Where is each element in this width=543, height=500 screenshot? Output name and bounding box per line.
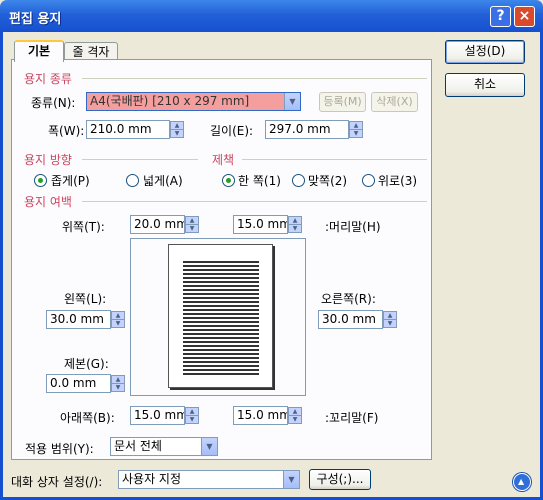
help-button[interactable]: ?	[490, 6, 511, 27]
spin-up-icon[interactable]: ▲	[112, 376, 124, 384]
spin-up-icon[interactable]: ▲	[384, 312, 396, 320]
dialog-setting-value: 사용자 지정	[122, 472, 182, 486]
chevron-down-icon[interactable]: ▼	[284, 93, 300, 110]
title-bar	[0, 0, 543, 32]
page-preview	[130, 238, 306, 396]
bottom-margin-input[interactable]: 15.0 mm	[130, 406, 185, 425]
config-button[interactable]: 구성(;)...	[309, 469, 371, 490]
left-margin-spinner[interactable]: ▲ ▼	[111, 311, 125, 328]
gutter-input[interactable]: 0.0 mm	[46, 374, 111, 393]
spin-up-icon[interactable]: ▲	[186, 408, 198, 416]
spin-down-icon[interactable]: ▼	[171, 130, 183, 138]
left-margin-label: 왼쪽(L):	[64, 292, 107, 306]
preview-text-lines	[183, 259, 259, 375]
divider	[82, 201, 427, 202]
spin-down-icon[interactable]: ▼	[112, 384, 124, 392]
portrait-radio[interactable]	[34, 174, 47, 187]
divider	[82, 78, 427, 79]
facing-radio[interactable]	[292, 174, 305, 187]
close-button[interactable]: ×	[514, 6, 535, 27]
header-margin-input[interactable]: 15.0 mm	[233, 215, 288, 234]
footer-margin-input[interactable]: 15.0 mm	[233, 406, 288, 425]
bottom-margin-label: 아래쪽(B):	[60, 411, 115, 425]
margins-heading: 용지 여백	[24, 195, 72, 209]
apply-range-label: 적용 범위(Y):	[25, 442, 94, 456]
top-margin-input[interactable]: 20.0 mm	[130, 215, 185, 234]
preview-sheet	[168, 244, 273, 388]
paper-type-label: 종류(N):	[31, 96, 76, 110]
right-margin-label: 오른쪽(R):	[321, 292, 376, 306]
spin-up-icon[interactable]: ▲	[171, 122, 183, 130]
top-margin-label: 위쪽(T):	[62, 220, 105, 234]
landscape-radio[interactable]	[126, 174, 139, 187]
bottom-margin-spinner[interactable]: ▲ ▼	[185, 407, 199, 424]
length-spinner[interactable]: ▲ ▼	[349, 121, 363, 138]
spin-up-icon[interactable]: ▲	[289, 408, 301, 416]
left-margin-input[interactable]: 30.0 mm	[46, 310, 111, 329]
facing-label[interactable]: 맞쪽(2)	[308, 172, 347, 189]
right-margin-input[interactable]: 30.0 mm	[318, 310, 383, 329]
spin-up-icon[interactable]: ▲	[112, 312, 124, 320]
length-input[interactable]: 297.0 mm	[265, 120, 349, 139]
header-margin-spinner[interactable]: ▲ ▼	[288, 216, 302, 233]
ok-button[interactable]: 설정(D)	[445, 40, 525, 64]
top-bind-label[interactable]: 위로(3)	[378, 172, 417, 189]
spin-down-icon[interactable]: ▼	[384, 320, 396, 328]
cancel-button[interactable]: 취소	[445, 73, 525, 97]
apply-range-value: 문서 전체	[114, 439, 162, 453]
width-label: 폭(W):	[48, 124, 85, 138]
binding-heading: 제책	[212, 153, 235, 167]
length-label: 길이(E):	[210, 124, 254, 138]
footer-margin-label: :꼬리말(F)	[325, 411, 379, 425]
spin-up-icon[interactable]: ▲	[186, 217, 198, 225]
divider	[242, 159, 427, 160]
spin-down-icon[interactable]: ▼	[350, 130, 362, 138]
chevron-down-icon[interactable]: ▼	[201, 438, 217, 455]
chevron-down-icon[interactable]: ▼	[283, 471, 299, 488]
spin-up-icon[interactable]: ▲	[289, 217, 301, 225]
orientation-heading: 용지 방향	[24, 153, 72, 167]
gutter-label: 제본(G):	[64, 357, 109, 371]
paper-type-heading: 용지 종류	[24, 72, 72, 86]
tab-basic[interactable]: 기본	[14, 40, 64, 62]
dialog-setting-select[interactable]: 사용자 지정 ▼	[118, 470, 300, 489]
width-spinner[interactable]: ▲ ▼	[170, 121, 184, 138]
gutter-spinner[interactable]: ▲ ▼	[111, 375, 125, 392]
spin-up-icon[interactable]: ▲	[350, 122, 362, 130]
paper-type-select[interactable]: A4(국배판) [210 x 297 mm] ▼	[86, 92, 301, 111]
spin-down-icon[interactable]: ▼	[186, 416, 198, 424]
dialog-setting-label: 대화 상자 설정(/):	[11, 475, 103, 489]
divider	[82, 159, 198, 160]
apply-range-select[interactable]: 문서 전체 ▼	[110, 437, 218, 456]
width-input[interactable]: 210.0 mm	[86, 120, 170, 139]
single-side-radio[interactable]	[222, 174, 235, 187]
single-side-label[interactable]: 한 쪽(1)	[238, 172, 281, 189]
right-margin-spinner[interactable]: ▲ ▼	[383, 311, 397, 328]
top-margin-spinner[interactable]: ▲ ▼	[185, 216, 199, 233]
landscape-label[interactable]: 넓게(A)	[143, 172, 183, 189]
paper-type-value: A4(국배판) [210 x 297 mm]	[90, 94, 250, 108]
header-margin-label: :머리말(H)	[325, 220, 381, 234]
register-button[interactable]: 등록(M)	[319, 92, 366, 112]
delete-button[interactable]: 삭제(X)	[371, 92, 418, 112]
collapse-icon[interactable]: ▲	[513, 473, 531, 491]
spin-down-icon[interactable]: ▼	[186, 225, 198, 233]
spin-down-icon[interactable]: ▼	[112, 320, 124, 328]
spin-down-icon[interactable]: ▼	[289, 416, 301, 424]
top-bind-radio[interactable]	[362, 174, 375, 187]
footer-margin-spinner[interactable]: ▲ ▼	[288, 407, 302, 424]
portrait-label[interactable]: 좁게(P)	[51, 172, 90, 189]
window-title: 편집 용지	[9, 12, 62, 27]
chevron-up-icon: ▲	[518, 477, 525, 486]
spin-down-icon[interactable]: ▼	[289, 225, 301, 233]
